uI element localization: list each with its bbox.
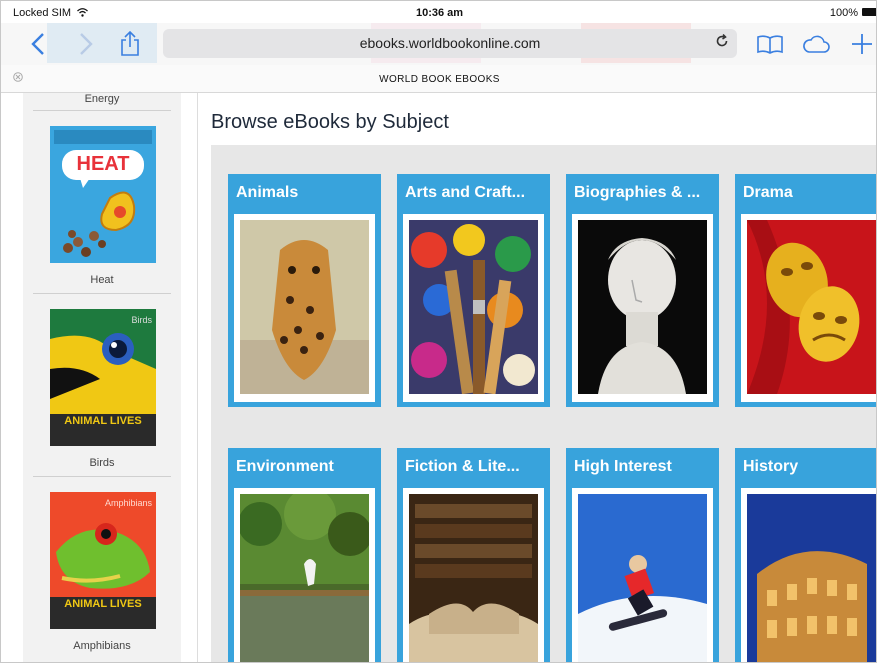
subject-card-arts-and-crafts[interactable]: Arts and Craft... <box>397 174 550 407</box>
battery-icon <box>862 8 876 16</box>
divider <box>33 293 171 294</box>
subject-image <box>409 220 538 394</box>
book-cover-amphibians[interactable]: Amphibians ANIMAL LIVES <box>50 492 156 629</box>
subject-image-frame <box>741 214 876 402</box>
subject-label[interactable]: Environment <box>228 448 381 482</box>
main-content: Browse eBooks by Subject Animals Arts an… <box>198 93 876 662</box>
subject-label[interactable]: History <box>735 448 876 482</box>
book-cover-heat[interactable]: HEAT <box>50 126 156 263</box>
subject-card-drama[interactable]: Drama <box>735 174 876 407</box>
new-tab-icon[interactable] <box>847 29 876 59</box>
battery-percent: 100% <box>829 7 858 19</box>
subject-image <box>240 494 369 662</box>
book-label-heat[interactable]: Heat <box>23 274 181 286</box>
subject-image-frame <box>403 214 544 402</box>
subject-label[interactable]: Animals <box>228 174 381 208</box>
cover-corner-label: Birds <box>131 315 152 325</box>
subject-image <box>409 494 538 662</box>
subject-image-frame <box>572 488 713 662</box>
subject-card-environment[interactable]: Environment <box>228 448 381 662</box>
subject-label[interactable]: Drama <box>735 174 876 208</box>
cover-title: ANIMAL LIVES <box>64 598 142 610</box>
subject-image <box>747 494 876 662</box>
cover-title: HEAT <box>76 153 130 175</box>
cloud-tabs-icon[interactable] <box>801 29 831 59</box>
subject-grid: Animals Arts and Craft... Biographies & … <box>211 145 876 662</box>
subject-card-fiction[interactable]: Fiction & Lite... <box>397 448 550 662</box>
reload-icon[interactable] <box>715 33 729 52</box>
subject-image-frame <box>234 488 375 662</box>
back-icon[interactable] <box>23 29 53 59</box>
cover-title: ANIMAL LIVES <box>64 415 142 427</box>
clock: 10:36 am <box>415 7 464 19</box>
subject-image <box>578 220 707 394</box>
subject-label[interactable]: Fiction & Lite... <box>397 448 550 482</box>
subject-label[interactable]: Arts and Craft... <box>397 174 550 208</box>
bookmarks-icon[interactable] <box>755 29 785 59</box>
subject-image-frame <box>572 214 713 402</box>
book-label-energy[interactable]: Energy <box>23 93 181 105</box>
page-title: Browse eBooks by Subject <box>211 111 449 133</box>
subject-image-frame <box>234 214 375 402</box>
subject-image <box>578 494 707 662</box>
subject-card-animals[interactable]: Animals <box>228 174 381 407</box>
subject-label[interactable]: High Interest <box>566 448 719 482</box>
subject-image <box>747 220 876 394</box>
tab-strip: WORLD BOOK EBOOKS <box>1 65 876 93</box>
subject-card-biographies[interactable]: Biographies & ... <box>566 174 719 407</box>
subject-image-frame <box>403 488 544 662</box>
tab-title[interactable]: WORLD BOOK EBOOKS <box>1 74 876 85</box>
browser-toolbar: ebooks.worldbookonline.com <box>1 23 876 65</box>
subject-label[interactable]: Biographies & ... <box>566 174 719 208</box>
address-bar[interactable]: ebooks.worldbookonline.com <box>163 29 737 58</box>
book-list: Energy HEAT Heat Birds ANIMAL LIVES Bird… <box>23 93 181 662</box>
subject-card-high-interest[interactable]: High Interest <box>566 448 719 662</box>
subject-image <box>240 220 369 394</box>
forward-icon[interactable] <box>71 29 101 59</box>
divider <box>33 110 171 111</box>
ipad-screen: Locked SIM 10:36 am 100% ebooks.worldboo… <box>0 0 877 663</box>
cover-corner-label: Amphibians <box>104 498 152 508</box>
divider <box>33 476 171 477</box>
book-cover-birds[interactable]: Birds ANIMAL LIVES <box>50 309 156 446</box>
share-icon[interactable] <box>115 29 145 59</box>
book-sidebar: Energy HEAT Heat Birds ANIMAL LIVES Bird… <box>1 93 198 662</box>
status-bar: Locked SIM 10:36 am 100% <box>1 1 876 23</box>
book-label-birds[interactable]: Birds <box>23 457 181 469</box>
subject-card-history[interactable]: History <box>735 448 876 662</box>
subject-image-frame <box>741 488 876 662</box>
book-label-amphibians[interactable]: Amphibians <box>23 640 181 652</box>
url-text[interactable]: ebooks.worldbookonline.com <box>163 35 737 51</box>
